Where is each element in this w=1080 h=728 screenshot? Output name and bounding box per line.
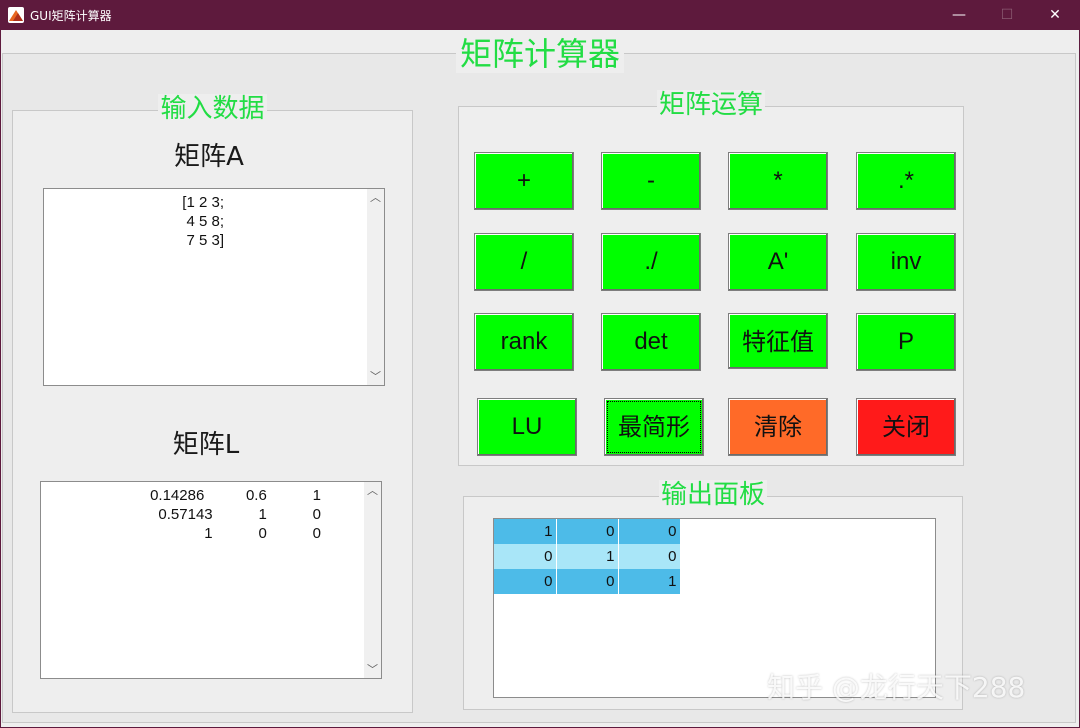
chevron-down-icon[interactable]: ﹀ bbox=[367, 368, 384, 385]
table-cell[interactable]: 0 bbox=[556, 569, 619, 594]
table-row: 010 bbox=[494, 544, 681, 569]
input-panel-caption: 输入数据 bbox=[158, 94, 267, 124]
elementwise-multiply-button[interactable]: .* bbox=[856, 152, 956, 210]
rref-button[interactable]: 最简形 bbox=[604, 398, 704, 456]
app-title: 矩阵计算器 bbox=[1, 34, 1079, 74]
table-row: 001 bbox=[494, 569, 681, 594]
matrix-a-input[interactable]: [1 2 3; 4 5 8; 7 5 3] ︿ ﹀ bbox=[43, 188, 385, 386]
elementwise-divide-button[interactable]: ./ bbox=[601, 233, 701, 291]
matrix-l-scrollbar[interactable]: ︿ ﹀ bbox=[364, 482, 381, 678]
lu-button[interactable]: LU bbox=[477, 398, 577, 456]
matrix-a-label: 矩阵A bbox=[174, 142, 244, 172]
maximize-button[interactable]: ☐ bbox=[984, 0, 1030, 30]
transpose-button[interactable]: A' bbox=[728, 233, 828, 291]
output-panel-caption: 输出面板 bbox=[658, 480, 767, 510]
close-window-button[interactable]: ✕ bbox=[1032, 0, 1078, 30]
table-cell[interactable]: 0 bbox=[494, 569, 557, 594]
close-button[interactable]: 关闭 bbox=[856, 398, 956, 456]
table-cell[interactable]: 1 bbox=[618, 569, 681, 594]
table-row: 100 bbox=[494, 519, 681, 544]
matrix-l-output[interactable]: 0.14286 0.6 1 0.57143 1 0 1 0 0 ︿ ﹀ bbox=[40, 481, 382, 679]
minus-button[interactable]: - bbox=[601, 152, 701, 210]
ops-panel-caption: 矩阵运算 bbox=[656, 90, 765, 120]
matrix-l-label: 矩阵L bbox=[172, 430, 240, 460]
window-titlebar: GUI矩阵计算器 — ☐ ✕ bbox=[0, 0, 1080, 30]
chevron-down-icon[interactable]: ﹀ bbox=[364, 661, 381, 678]
matrix-a-text[interactable]: [1 2 3; 4 5 8; 7 5 3] bbox=[44, 193, 224, 250]
client-area: 矩阵计算器 输入数据 矩阵A [1 2 3; 4 5 8; 7 5 3] ︿ ﹀… bbox=[1, 30, 1079, 727]
table-cell[interactable]: 1 bbox=[556, 544, 619, 569]
eigenvalue-button[interactable]: 特征值 bbox=[728, 313, 828, 369]
clear-button[interactable]: 清除 bbox=[728, 398, 828, 456]
table-cell[interactable]: 0 bbox=[618, 519, 681, 544]
table-cell[interactable]: 1 bbox=[494, 519, 557, 544]
table-cell[interactable]: 0 bbox=[556, 519, 619, 544]
matrix-l-text: 0.14286 0.6 1 0.57143 1 0 1 0 0 bbox=[150, 487, 321, 542]
determinant-button[interactable]: det bbox=[601, 313, 701, 371]
divide-button[interactable]: / bbox=[474, 233, 574, 291]
watermark: 知乎 @龙行天下288 bbox=[767, 671, 1026, 704]
p-button[interactable]: P bbox=[856, 313, 956, 371]
minimize-button[interactable]: — bbox=[936, 0, 982, 30]
table-cell[interactable]: 0 bbox=[494, 544, 557, 569]
plus-button[interactable]: + bbox=[474, 152, 574, 210]
matrix-a-scrollbar[interactable]: ︿ ﹀ bbox=[367, 189, 384, 385]
chevron-up-icon[interactable]: ︿ bbox=[367, 189, 384, 206]
output-table: 100010001 bbox=[494, 519, 681, 594]
multiply-button[interactable]: * bbox=[728, 152, 828, 210]
table-cell[interactable]: 0 bbox=[618, 544, 681, 569]
matlab-icon bbox=[8, 7, 24, 23]
inverse-button[interactable]: inv bbox=[856, 233, 956, 291]
rank-button[interactable]: rank bbox=[474, 313, 574, 371]
chevron-up-icon[interactable]: ︿ bbox=[364, 482, 381, 499]
window-title: GUI矩阵计算器 bbox=[30, 9, 112, 23]
